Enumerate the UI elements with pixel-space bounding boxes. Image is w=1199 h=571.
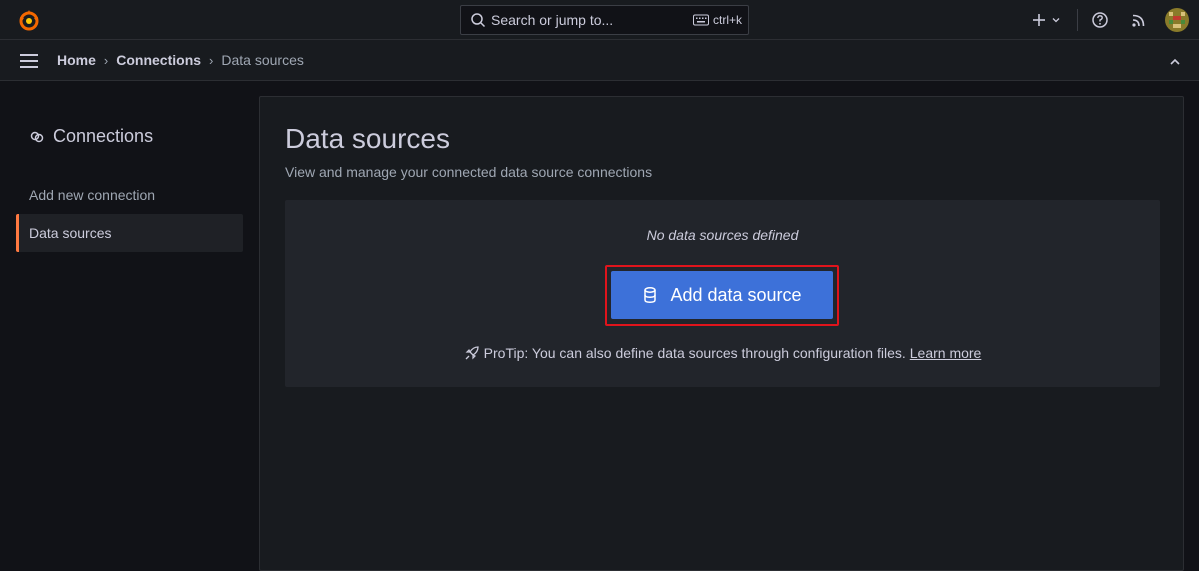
help-icon[interactable]	[1091, 11, 1109, 29]
search-shortcut-text: ctrl+k	[712, 13, 742, 27]
sidebar: Connections Add new connection Data sour…	[0, 81, 258, 571]
add-data-source-button[interactable]: Add data source	[611, 271, 833, 319]
breadcrumb-bar: Home › Connections › Data sources	[0, 40, 1199, 81]
sidebar-item-add-new-connection[interactable]: Add new connection	[16, 176, 243, 214]
user-avatar[interactable]	[1165, 8, 1189, 32]
breadcrumb-home[interactable]: Home	[57, 52, 96, 68]
sidebar-title-text: Connections	[53, 126, 154, 146]
protip-text: ProTip: You can also define data sources…	[483, 345, 906, 361]
chevron-up-icon	[1170, 58, 1180, 65]
breadcrumb: Home › Connections › Data sources	[57, 52, 304, 68]
breadcrumb-connections[interactable]: Connections	[116, 52, 201, 68]
rss-news-icon[interactable]	[1130, 11, 1148, 29]
search-input[interactable]: Search or jump to... ctrl+k	[460, 5, 749, 35]
grafana-logo-icon[interactable]	[17, 8, 41, 32]
add-data-source-label: Add data source	[670, 284, 802, 305]
rocket-icon	[465, 346, 479, 360]
hamburger-menu-icon	[20, 54, 38, 68]
plus-icon	[1033, 14, 1045, 26]
sidebar-title: Connections	[29, 126, 153, 147]
learn-more-link[interactable]: Learn more	[910, 345, 982, 361]
breadcrumb-separator: ›	[209, 52, 214, 68]
page-subtitle: View and manage your connected data sour…	[285, 164, 653, 180]
breadcrumb-current: Data sources	[221, 52, 304, 68]
sidebar-item-label: Data sources	[29, 225, 112, 241]
chevron-down-icon	[1052, 18, 1060, 23]
search-shortcut: ctrl+k	[692, 13, 742, 27]
search-placeholder: Search or jump to...	[491, 12, 614, 28]
menu-toggle-button[interactable]	[19, 53, 39, 69]
protip: ProTip: You can also define data sources…	[285, 345, 1160, 361]
keyboard-icon	[692, 14, 709, 26]
toolbar-divider	[1077, 9, 1078, 31]
main-panel: Data sources View and manage your connec…	[259, 96, 1184, 571]
sidebar-item-data-sources[interactable]: Data sources	[16, 214, 243, 252]
empty-state-card: No data sources defined Add data source …	[285, 200, 1160, 387]
search-icon	[471, 13, 486, 28]
page-title: Data sources	[285, 123, 450, 154]
collapse-header-button[interactable]	[1167, 54, 1183, 70]
empty-state-message: No data sources defined	[646, 227, 799, 243]
database-icon	[644, 287, 657, 303]
connections-link-icon	[30, 131, 44, 142]
top-bar: Search or jump to... ctrl+k	[0, 0, 1199, 40]
new-dropdown-button[interactable]	[1031, 10, 1063, 30]
breadcrumb-separator: ›	[103, 52, 109, 68]
sidebar-item-label: Add new connection	[29, 187, 156, 203]
